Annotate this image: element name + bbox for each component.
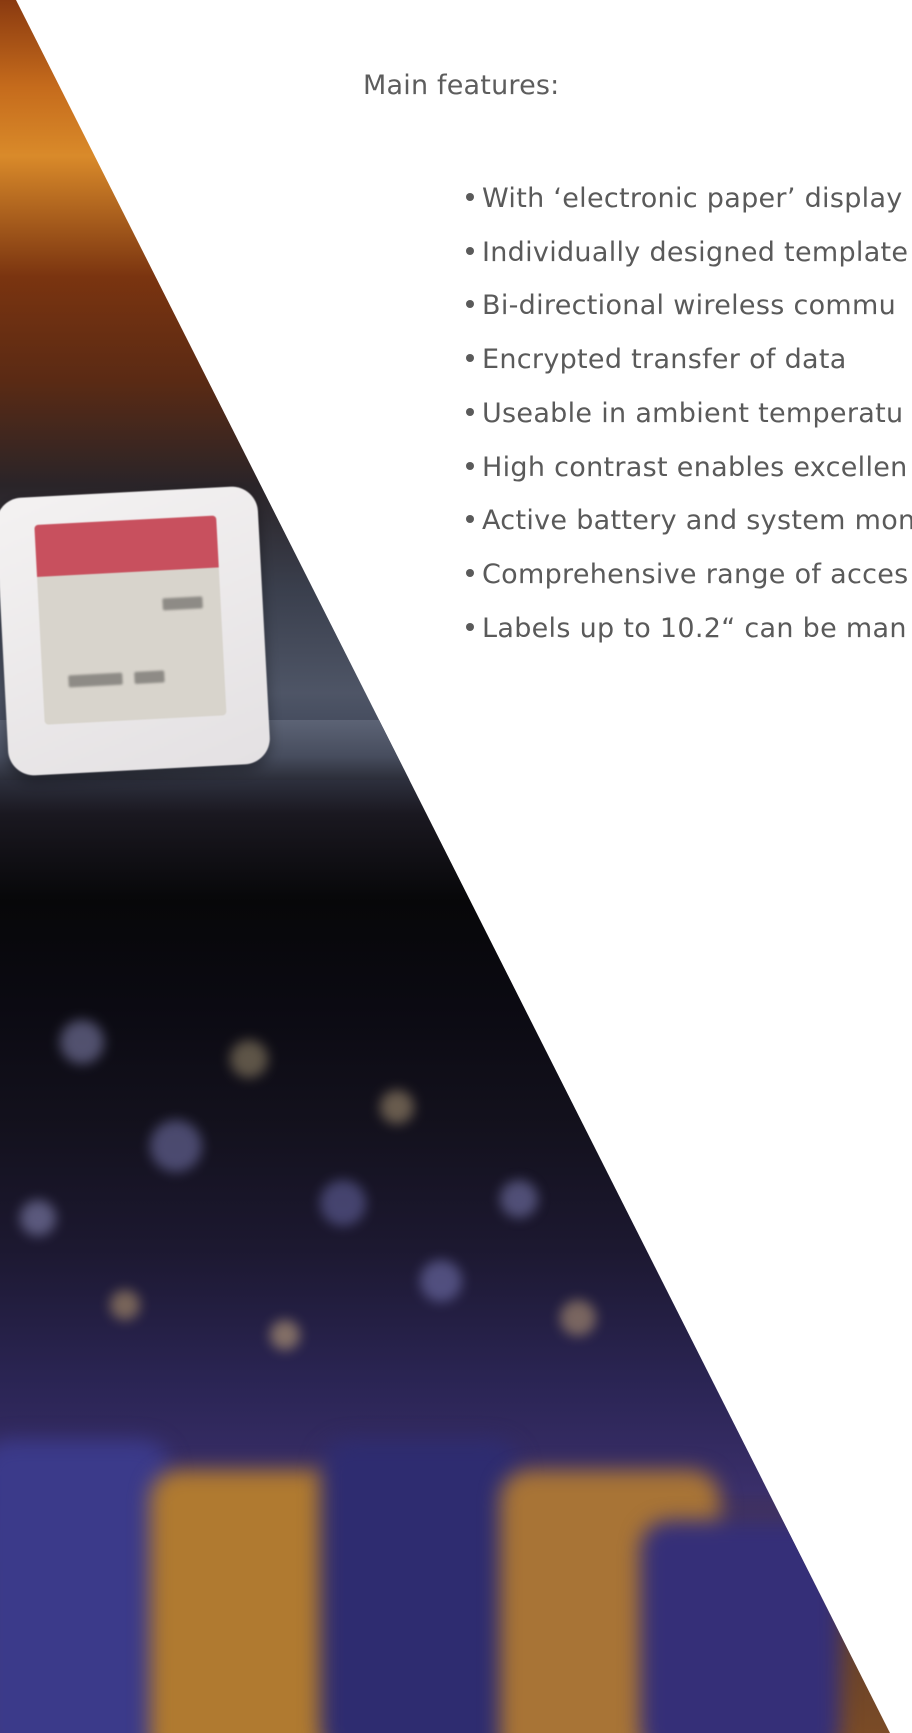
- feature-text: Comprehensive range of acces: [482, 558, 909, 590]
- bullet-icon: [466, 515, 474, 524]
- feature-item: Bi-directional wireless commu: [460, 279, 912, 333]
- feature-text: Useable in ambient temperatu: [482, 397, 904, 429]
- bullet-icon: [466, 568, 474, 577]
- feature-item: High contrast enables excellen: [460, 441, 912, 495]
- features-list: With ‘electronic paper’ display Individu…: [460, 172, 912, 655]
- feature-item: Active battery and system mon: [460, 494, 912, 548]
- bullet-icon: [466, 246, 474, 255]
- feature-item: Encrypted transfer of data: [460, 333, 912, 387]
- bullet-icon: [466, 300, 474, 309]
- feature-item: Labels up to 10.2“ can be man: [460, 602, 912, 656]
- feature-text: Encrypted transfer of data: [482, 344, 847, 376]
- feature-item: Individually designed template: [460, 226, 912, 280]
- feature-text: Labels up to 10.2“ can be man: [482, 612, 907, 644]
- feature-text: High contrast enables excellen: [482, 451, 908, 483]
- bullet-icon: [466, 407, 474, 416]
- bullet-icon: [466, 622, 474, 631]
- feature-item: Useable in ambient temperatu: [460, 387, 912, 441]
- feature-item: With ‘electronic paper’ display: [460, 172, 912, 226]
- feature-text: With ‘electronic paper’ display: [482, 183, 903, 214]
- bullet-icon: [466, 193, 474, 201]
- feature-item: Comprehensive range of acces: [460, 548, 912, 602]
- feature-text: Bi-directional wireless commu: [482, 290, 897, 322]
- features-heading: Main features:: [363, 70, 560, 101]
- features-panel: Main features: With ‘electronic paper’ d…: [0, 0, 912, 1733]
- bullet-icon: [466, 354, 474, 363]
- bullet-icon: [466, 461, 474, 470]
- feature-text: Individually designed template: [482, 236, 909, 268]
- feature-text: Active battery and system mon: [482, 505, 912, 537]
